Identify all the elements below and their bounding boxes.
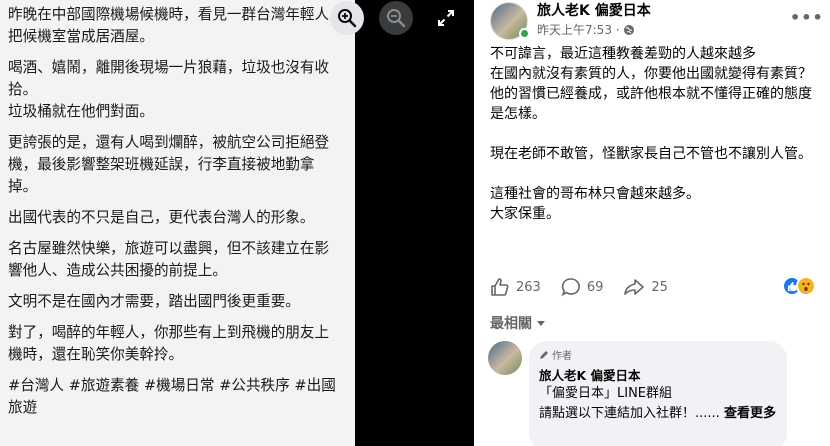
see-more-link[interactable]: 查看更多 (724, 406, 776, 421)
comment-text: 「偏愛日本」LINE群組 請點選以下連結加入社群！...... 查看更多 (539, 384, 777, 424)
comment-line-1: 「偏愛日本」LINE群組 (539, 386, 673, 401)
photo-paragraph-7: 文明不是在國內才需要，踏出國門後更重要。 (8, 293, 300, 310)
author-badge: 作者 (539, 347, 777, 362)
reaction-summary[interactable] (782, 276, 816, 296)
zoom-in-button[interactable] (330, 1, 364, 35)
share-button[interactable]: 25 (623, 277, 668, 297)
photo-paragraph-1: 昨晚在中部國際機場候機時，看見一群台灣年輕人把候機室當成居酒屋。 (8, 6, 330, 45)
post-photo[interactable]: 昨晚在中部國際機場候機時，看見一群台灣年輕人把候機室當成居酒屋。 喝酒、嬉鬧，離… (0, 0, 355, 446)
photo-viewer-strip (330, 0, 474, 446)
post-time-text: 昨天上午7:53 · (537, 23, 620, 37)
post-paragraph-1: 不可諱言，最近這種教養差勁的人越來越多 在國內就沒有素質的人，你要他出國就變得有… (490, 46, 812, 122)
photo-paragraph-2: 喝酒、嬉鬧，離開後現場一片狼藉，垃圾也沒有收拾。 (8, 59, 330, 98)
post-actions: 263 69 25 (490, 275, 688, 299)
comment-count: 69 (586, 279, 604, 295)
expand-icon (438, 10, 454, 26)
wow-reaction-icon (796, 276, 816, 296)
zoom-in-icon (338, 9, 357, 28)
comment-button[interactable]: 69 (561, 277, 604, 297)
comment-bubble-icon (561, 278, 580, 297)
comment-line-2: 請點選以下連結加入社群！...... 查看更多 (539, 404, 777, 424)
like-button[interactable]: 263 (490, 277, 541, 297)
post-body: 不可諱言，最近這種教養差勁的人越來越多 在國內就沒有素質的人，你要他出國就變得有… (490, 44, 816, 244)
post-paragraph-2: 現在老師不敢管，怪獸家長自己不管也不讓別人管。 (490, 146, 812, 162)
post-panel: 旅人老K 偏愛日本 昨天上午7:53 · ••• 不可諱言，最近這種教養差勁的人… (474, 0, 830, 446)
photo-paragraph-3: 垃圾桶就在他們對面。 (8, 103, 154, 120)
page-name-link[interactable]: 旅人老K 偏愛日本 (537, 0, 651, 20)
sort-label-text: 最相關 (490, 316, 532, 332)
photo-paragraph-8: 對了，喝醉的年輕人，你那些有上到飛機的朋友上機時，還在恥笑你美幹拎。 (8, 324, 330, 363)
pen-icon (540, 350, 548, 359)
photo-paragraph-5: 出國代表的不只是自己，更代表台灣人的形象。 (8, 209, 315, 226)
expand-button[interactable] (429, 1, 463, 35)
like-count: 263 (516, 279, 541, 295)
post-paragraph-3: 這種社會的哥布林只會越來越多。 大家保重。 (490, 186, 700, 222)
share-count: 25 (651, 279, 668, 295)
comment-author-name[interactable]: 旅人老K 偏愛日本 (539, 365, 777, 384)
author-badge-label: 作者 (552, 351, 572, 362)
comment-author-avatar[interactable] (488, 341, 522, 375)
comment-sort-dropdown[interactable]: 最相關 (490, 313, 546, 333)
comment-line-2-text: 請點選以下連結加入社群！...... (539, 406, 720, 421)
photo-paragraph-6: 名古屋雖然快樂，旅遊可以盡興，但不該建立在影響他人、造成公共困擾的前提上。 (8, 240, 330, 279)
online-status-dot (519, 28, 530, 39)
photo-paragraph-4: 更誇張的是，還有人喝到爛醉，被航空公司拒絕登機，最後影響整架班機延誤，行李直接被… (8, 134, 330, 195)
photo-hashtags: #台灣人 #旅遊素養 #機場日常 #公共秩序 #出國旅遊 (8, 377, 336, 416)
more-options-button[interactable]: ••• (790, 8, 824, 27)
chevron-down-icon (537, 321, 545, 326)
thumbs-up-icon (491, 278, 509, 296)
more-dots-icon: ••• (790, 8, 824, 27)
post-timestamp[interactable]: 昨天上午7:53 · (537, 21, 635, 38)
zoom-out-button[interactable] (379, 1, 413, 35)
zoom-out-icon (387, 9, 406, 28)
globe-icon (623, 24, 634, 35)
photo-text-block: 昨晚在中部國際機場候機時，看見一群台灣年輕人把候機室當成居酒屋。 喝酒、嬉鬧，離… (8, 4, 338, 428)
comment-bubble: 作者 旅人老K 偏愛日本 「偏愛日本」LINE群組 請點選以下連結加入社群！..… (529, 341, 787, 446)
share-arrow-icon (624, 279, 645, 295)
